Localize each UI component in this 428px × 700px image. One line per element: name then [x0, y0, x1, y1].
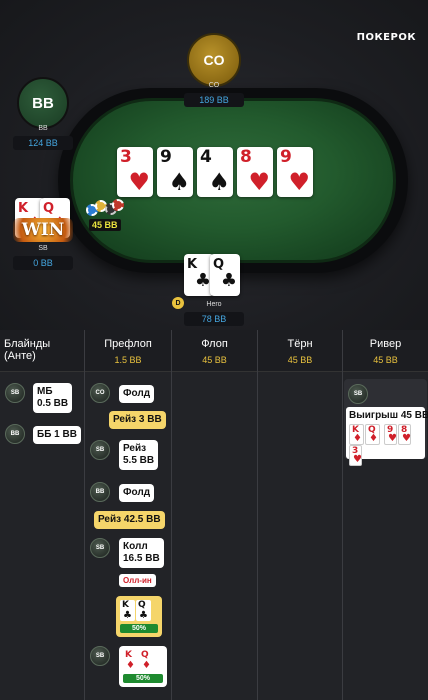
sb-equity: 50% — [123, 674, 163, 683]
co-badge: CO — [90, 383, 110, 403]
sb-badge: SB — [5, 383, 25, 403]
bb-fold-bubble: Фолд — [119, 484, 155, 502]
seat-hero-name: Hero — [206, 301, 222, 308]
raise-tag: Рейз 42.5 BB — [94, 511, 165, 529]
hand-history: Блайнды (Анте) Префлоп 1.5 BB Флоп 45 BB Т… — [0, 330, 428, 700]
sb-badge: SB — [348, 384, 368, 404]
sb-badge: SB — [90, 440, 110, 460]
col-river: Ривер 45 BB — [369, 338, 402, 365]
seat-co-avatar[interactable]: CO — [187, 33, 241, 87]
blind-bb-bubble: ББ 1 BB — [33, 426, 81, 444]
sb-call-bubble: Колл 16.5 BB — [119, 538, 164, 568]
divider — [84, 330, 85, 700]
river-win-box: Выигрыш 45 BB K ♦ Q ♦ 9 ♥ 8 ♥ 3 ♥ — [346, 407, 428, 466]
hero-equity: 50% — [120, 624, 158, 633]
co-fold-bubble: Фолд — [119, 385, 155, 403]
divider — [257, 330, 258, 700]
bb-badge: BB — [5, 424, 25, 444]
seat-co-stack: 189 BB — [184, 93, 244, 107]
seat-sb-name: SB — [38, 245, 48, 252]
seat-bb-avatar[interactable]: BB — [17, 77, 69, 129]
col-blinds: Блайнды (Анте) — [4, 338, 51, 362]
sb-badge: SB — [90, 646, 110, 666]
bb-badge: BB — [90, 482, 110, 502]
board-card: 4 ♠ — [197, 147, 233, 197]
board-card: 9 ♠ — [157, 147, 193, 197]
all-in-badge: Олл-ин — [119, 574, 156, 587]
sb-hand-box: K ♦ Q ♦ 50% — [119, 646, 167, 687]
river-result: SB Выигрыш 45 BB K ♦ Q ♦ 9 ♥ 8 ♥ 3 ♥ — [344, 379, 428, 466]
divider — [171, 330, 172, 700]
raise-tag: Рейз 3 BB — [109, 411, 166, 429]
pot-chips-icon — [86, 198, 124, 218]
win-banner: WIN — [13, 218, 73, 242]
seat-hero-stack: 78 BB — [184, 312, 244, 326]
col-flop: Флоп 45 BB — [201, 338, 228, 365]
dealer-button-icon: D — [172, 297, 184, 309]
board-card: 9 ♥ — [277, 147, 313, 197]
sb-raise-bubble: Рейз 5.5 BB — [119, 440, 159, 470]
col-turn: Тёрн 45 BB — [287, 338, 313, 365]
hero-hand-box: K ♣ Q ♣ 50% — [116, 596, 162, 637]
win-amount-text: Выигрыш 45 BB — [349, 410, 428, 421]
brand-logo: ПОКЕРОК — [356, 32, 416, 43]
seat-bb-stack: 124 BB — [13, 136, 73, 150]
street-headers: Блайнды (Анте) Префлоп 1.5 BB Флоп 45 BB Т… — [0, 330, 428, 372]
board-card: 8 ♥ — [237, 147, 273, 197]
blind-sb-bubble: МБ 0.5 BB — [33, 383, 73, 413]
win-cards: K ♦ Q ♦ 9 ♥ 8 ♥ 3 ♥ — [349, 424, 422, 466]
board-card: 3 ♥ — [117, 147, 153, 197]
divider — [342, 330, 343, 700]
sb-badge: SB — [90, 538, 110, 558]
seat-sb-stack: 0 BB — [13, 256, 73, 270]
seat-bb-name: BB — [38, 125, 48, 132]
seat-co-name: CO — [208, 82, 220, 89]
col-preflop: Префлоп 1.5 BB — [104, 338, 152, 365]
poker-table-area: ПОКЕРОК CO CO 189 BB BB BB 124 BB K ♦ Q … — [0, 0, 428, 330]
chips-amount: 45 BB — [89, 219, 121, 231]
hero-card-2: Q ♣ — [210, 254, 240, 296]
